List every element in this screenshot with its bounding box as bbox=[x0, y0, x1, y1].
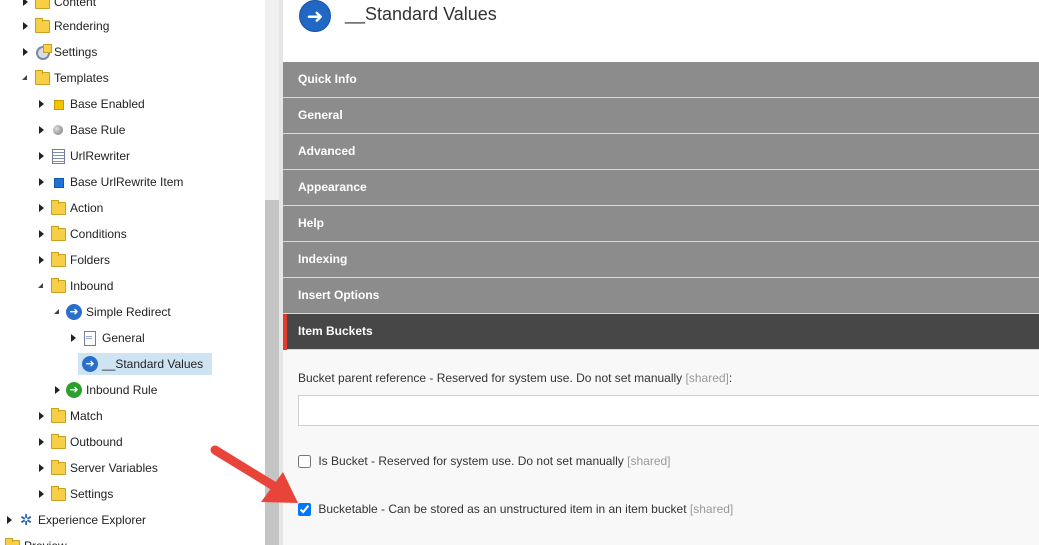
folder-icon bbox=[34, 18, 50, 34]
folder-icon bbox=[4, 538, 20, 545]
expand-toggle-icon[interactable] bbox=[36, 171, 48, 193]
blue-arrow-icon bbox=[299, 0, 331, 32]
tree-node-label: Inbound bbox=[70, 279, 114, 293]
section-indexing[interactable]: Indexing bbox=[283, 242, 1039, 278]
shared-tag: [shared] bbox=[627, 454, 671, 468]
explorer-icon bbox=[18, 512, 34, 528]
green-arrow-icon bbox=[66, 382, 82, 398]
folder-icon bbox=[50, 200, 66, 216]
collapse-toggle-icon[interactable] bbox=[36, 275, 48, 297]
expand-toggle-icon[interactable] bbox=[20, 15, 32, 37]
tree-node-label: Base UrlRewrite Item bbox=[70, 175, 184, 189]
folder-icon bbox=[50, 434, 66, 450]
tree-node-label: Simple Redirect bbox=[86, 305, 171, 319]
section-label: Help bbox=[298, 216, 325, 230]
field-label-text: Bucket parent reference - Reserved for s… bbox=[298, 371, 683, 385]
blue-arrow-icon bbox=[82, 356, 98, 372]
section-label: Item Buckets bbox=[298, 324, 373, 338]
shared-tag: [shared] bbox=[685, 371, 729, 385]
section-label: Appearance bbox=[298, 180, 367, 194]
tree-node-label: __Standard Values bbox=[102, 357, 204, 371]
section-insert-options[interactable]: Insert Options bbox=[283, 278, 1039, 314]
tree-node-label: Experience Explorer bbox=[38, 513, 147, 527]
folder-icon bbox=[50, 460, 66, 476]
expand-toggle-icon[interactable] bbox=[36, 249, 48, 271]
tree-node-label: UrlRewriter bbox=[70, 149, 130, 163]
bucketable-field: Bucketable - Can be stored as an unstruc… bbox=[298, 500, 733, 518]
yellow-square-icon bbox=[50, 96, 66, 112]
bucket-parent-input[interactable] bbox=[298, 395, 1039, 426]
content-editor: __Standard Values Quick Info General Adv… bbox=[283, 0, 1039, 545]
grey-ball-icon bbox=[50, 122, 66, 138]
expand-toggle-icon[interactable] bbox=[36, 431, 48, 453]
field-label-text: Bucketable - Can be stored as an unstruc… bbox=[318, 502, 687, 516]
expand-toggle-icon[interactable] bbox=[68, 327, 80, 349]
bucket-parent-field-label: Bucket parent reference - Reserved for s… bbox=[298, 371, 732, 385]
expand-toggle-icon[interactable] bbox=[36, 223, 48, 245]
expand-toggle-icon[interactable] bbox=[52, 379, 64, 401]
annotation-arrow-icon bbox=[210, 445, 298, 503]
collapse-toggle-icon[interactable] bbox=[20, 67, 32, 89]
is-bucket-field: Is Bucket - Reserved for system use. Do … bbox=[298, 452, 671, 470]
section-item-buckets[interactable]: Item Buckets bbox=[283, 314, 1039, 350]
expand-toggle-icon[interactable] bbox=[36, 119, 48, 141]
tree-node-label: Action bbox=[70, 201, 104, 215]
tree-node-label: Match bbox=[70, 409, 103, 423]
folder-icon bbox=[50, 408, 66, 424]
settings-folder-icon bbox=[34, 44, 52, 60]
folder-icon bbox=[50, 486, 66, 502]
folder-icon bbox=[50, 226, 66, 242]
tree-node-label: Inbound Rule bbox=[86, 383, 158, 397]
expand-toggle-icon[interactable] bbox=[36, 197, 48, 219]
blue-square-icon bbox=[50, 174, 66, 190]
folder-icon bbox=[50, 252, 66, 268]
tree-node-label: Settings bbox=[54, 45, 98, 59]
section-label: Insert Options bbox=[298, 288, 380, 302]
expand-toggle-icon[interactable] bbox=[20, 0, 32, 13]
page-title: __Standard Values bbox=[345, 4, 497, 24]
folder-icon bbox=[34, 70, 50, 86]
folder-icon bbox=[34, 0, 50, 10]
section-label: Advanced bbox=[298, 144, 356, 158]
expand-toggle-icon[interactable] bbox=[36, 457, 48, 479]
tree-node-label: Base Enabled bbox=[70, 97, 145, 111]
section-label: Quick Info bbox=[298, 72, 357, 86]
tree-node-label: Folders bbox=[70, 253, 111, 267]
section-label: Indexing bbox=[298, 252, 348, 266]
tree-node-label: Preview bbox=[24, 535, 67, 545]
tree-node-label: Settings bbox=[70, 487, 114, 501]
expand-toggle-icon[interactable] bbox=[36, 483, 48, 505]
field-label-text: Is Bucket - Reserved for system use. Do … bbox=[318, 454, 624, 468]
tree-node-label: Outbound bbox=[70, 435, 123, 449]
expand-toggle-icon[interactable] bbox=[20, 41, 32, 63]
section-quick-info[interactable]: Quick Info bbox=[283, 62, 1039, 98]
section-advanced[interactable]: Advanced bbox=[283, 134, 1039, 170]
expand-toggle-icon[interactable] bbox=[36, 145, 48, 167]
folder-icon bbox=[50, 278, 66, 294]
label-suffix: : bbox=[728, 371, 733, 385]
expand-toggle-icon[interactable] bbox=[36, 93, 48, 115]
collapse-toggle-icon[interactable] bbox=[52, 301, 64, 323]
list-document-icon bbox=[50, 148, 66, 164]
shared-tag: [shared] bbox=[689, 502, 734, 516]
tree-node-label: Base Rule bbox=[70, 123, 126, 137]
tree-node-label: Rendering bbox=[54, 19, 110, 33]
tree-node-label: Content bbox=[54, 0, 97, 9]
tree-node-label: Conditions bbox=[70, 227, 127, 241]
expand-toggle-icon[interactable] bbox=[4, 509, 16, 531]
section-label: General bbox=[298, 108, 343, 122]
tree-node-label: Server Variables bbox=[70, 461, 158, 475]
section-general[interactable]: General bbox=[283, 98, 1039, 134]
document-icon bbox=[82, 330, 98, 346]
tree-node-label: Templates bbox=[54, 71, 109, 85]
expand-toggle-icon[interactable] bbox=[36, 405, 48, 427]
blue-arrow-icon bbox=[66, 304, 82, 320]
tree-node-label: General bbox=[102, 331, 145, 345]
section-help[interactable]: Help bbox=[283, 206, 1039, 242]
editor-header: __Standard Values bbox=[283, 0, 1039, 62]
section-appearance[interactable]: Appearance bbox=[283, 170, 1039, 206]
